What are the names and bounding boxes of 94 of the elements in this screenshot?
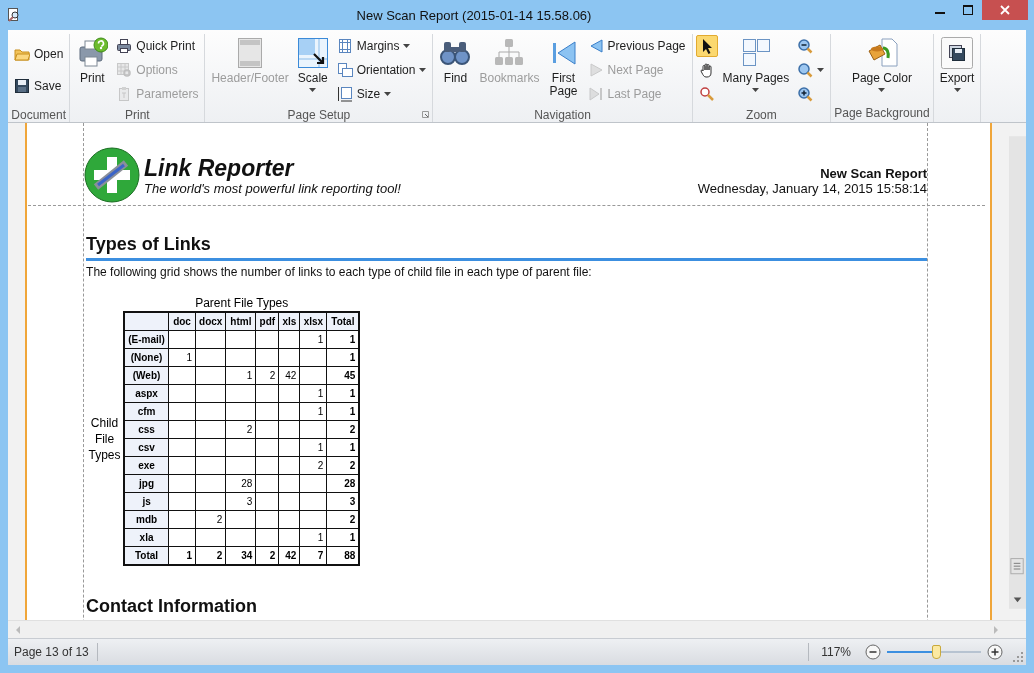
close-button[interactable] (982, 0, 1028, 20)
column-header: doc (168, 312, 196, 331)
report-title: New Scan Report (819, 166, 928, 181)
zoom-level: 117% (808, 643, 865, 662)
section-heading: Contact Information (86, 596, 259, 618)
group-label: Page Background (834, 105, 930, 122)
table-cell: 2 (299, 456, 327, 475)
table-cell: 1 (299, 528, 327, 547)
app-magnifier-icon (6, 7, 22, 23)
column-header: Total (326, 312, 360, 331)
table-cell: 2 (195, 510, 226, 529)
hand-icon (698, 62, 715, 78)
table-cell: 1 (225, 366, 256, 385)
export-button[interactable]: Export (936, 34, 978, 95)
logo-icon (84, 147, 141, 203)
table-cell: 3 (225, 492, 256, 511)
group-label: Document (11, 107, 67, 124)
zoom-slider-thumb[interactable] (931, 645, 941, 660)
folder-icon (14, 46, 30, 63)
row-header: js (124, 492, 169, 511)
column-header: pdf (255, 312, 279, 331)
row-header: (None) (124, 348, 169, 367)
magnifier-icon (698, 86, 715, 102)
row-header: exe (124, 456, 169, 475)
page-indicator: Page 13 of 13 (8, 643, 98, 662)
margins-icon (336, 38, 353, 54)
row-header: cfm (124, 402, 169, 421)
section-heading: Types of Links (86, 234, 212, 256)
column-axis-label: Parent File Types (194, 295, 290, 311)
grid-magnifier-icon (116, 62, 133, 78)
table-cell: 2 (225, 420, 256, 439)
table-cell: 1 (168, 348, 196, 367)
column-header: xlsx (299, 312, 327, 331)
resize-grip-icon (1013, 652, 1023, 663)
close-icon (1000, 5, 1010, 15)
table-cell: 1 (299, 402, 327, 421)
row-header: css (124, 420, 169, 439)
table-cell: 1 (299, 438, 327, 457)
pointer-button[interactable] (695, 35, 718, 57)
last-page-icon (587, 86, 604, 102)
tagline: The world's most powerful link reporting tool! (144, 181, 401, 196)
group-label: Print (124, 107, 151, 124)
minimize-icon (935, 12, 945, 14)
orientation-button[interactable]: Orientation (333, 59, 430, 81)
row-header: jpg (124, 474, 169, 493)
minus-icon (865, 644, 881, 661)
group-label: Zoom (745, 107, 778, 124)
table-cell: 42 (278, 366, 300, 385)
zoom-out-icon (797, 38, 814, 54)
plus-icon (987, 644, 1003, 661)
table-cell: 1 (299, 330, 327, 349)
print-button[interactable]: Print (73, 34, 112, 88)
brand-name: Link Reporter (144, 155, 296, 181)
zoom-icon (797, 62, 814, 78)
table-cell: 28 (225, 474, 256, 493)
many-pages-button[interactable]: Many Pages (719, 34, 793, 95)
intro-text: The following grid shows the number of links to each type of child file in each type of parent file: (86, 265, 593, 279)
zoom-in-icon (797, 86, 814, 102)
previous-page-button[interactable]: Previous Page (584, 35, 689, 57)
orientation-icon (336, 62, 353, 78)
open-button[interactable]: Open (11, 43, 67, 66)
table-cell: 2 (255, 366, 279, 385)
scale-button[interactable]: Scale (293, 34, 332, 95)
row-axis-label: Child File Types (87, 414, 122, 463)
maximize-icon (963, 5, 973, 15)
window-title: New Scan Report (2015-01-14 15.58.06) (355, 7, 593, 23)
row-header: (E-mail) (124, 330, 169, 349)
page-size-icon (336, 86, 353, 102)
row-header: Total (124, 546, 169, 565)
row-header: xla (124, 528, 169, 547)
report-date: Wednesday, January 14, 2015 15:58:14 (697, 181, 928, 196)
zoom-in-button[interactable] (987, 644, 1003, 661)
row-header: aspx (124, 384, 169, 403)
first-page-button[interactable]: First Page (544, 34, 583, 101)
zoom-out-button[interactable] (865, 644, 881, 661)
quick-print-button[interactable]: Quick Print (113, 35, 202, 57)
table-cell: 1 (299, 384, 327, 403)
row-header: mdb (124, 510, 169, 529)
find-button[interactable]: Find (436, 34, 475, 88)
size-button[interactable]: Size (333, 83, 430, 105)
right-triangle-icon (587, 62, 604, 78)
row-header: csv (124, 438, 169, 457)
column-header: xls (278, 312, 300, 331)
page-color-button[interactable]: Page Color (848, 34, 915, 95)
group-label: Page Setup (286, 107, 352, 124)
margins-button[interactable]: Margins (333, 35, 430, 57)
scale-page-icon (296, 37, 329, 69)
column-header: docx (195, 312, 226, 331)
save-button[interactable]: Save (11, 74, 67, 97)
printer-icon (76, 37, 109, 69)
row-header: (Web) (124, 366, 169, 385)
printer-icon (116, 38, 133, 54)
column-header: html (225, 312, 256, 331)
group-label: Navigation (533, 107, 592, 124)
